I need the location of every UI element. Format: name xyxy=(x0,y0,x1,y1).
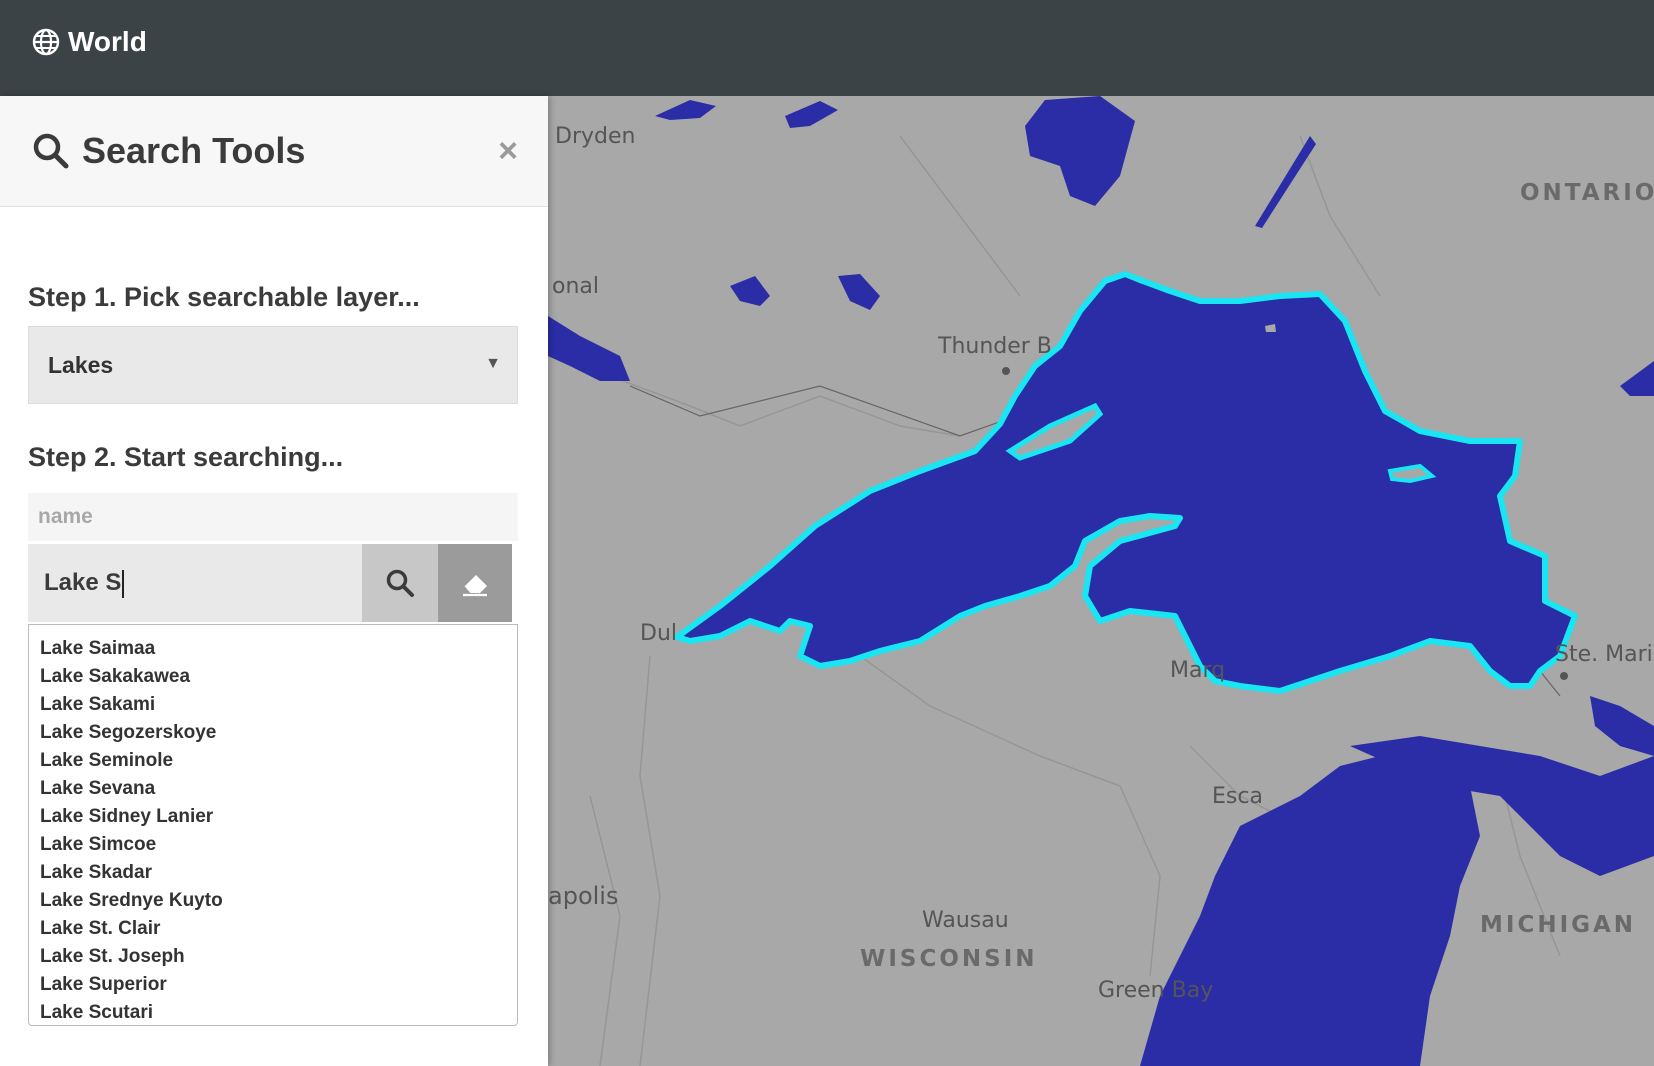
map-label-ontario: ONTARIO xyxy=(1520,180,1654,206)
result-item[interactable]: Lake Scutari xyxy=(40,999,517,1025)
globe-icon xyxy=(32,28,60,56)
panel-header: Search Tools × xyxy=(0,96,548,207)
autocomplete-results: Lake Saimaa Lake Sakakawea Lake Sakami L… xyxy=(28,624,518,1026)
map-label-escanaba: Esca xyxy=(1212,784,1263,809)
result-item[interactable]: Lake Seminole xyxy=(40,747,517,775)
panel-title: Search Tools xyxy=(32,130,305,172)
city-marker xyxy=(1002,367,1010,375)
map-label-green-bay: Green Bay xyxy=(1098,978,1214,1003)
panel-title-text: Search Tools xyxy=(82,130,306,171)
result-item[interactable]: Lake Sevana xyxy=(40,775,517,803)
map-label-duluth: Dul xyxy=(640,621,677,646)
search-icon xyxy=(33,133,69,169)
map-label-marquette: Marq xyxy=(1170,658,1226,683)
close-button[interactable]: × xyxy=(498,132,518,171)
layer-select[interactable]: Lakes ▼ xyxy=(28,326,518,404)
search-input[interactable]: Lake S xyxy=(28,544,362,622)
field-label: name xyxy=(28,493,518,541)
city-marker xyxy=(1560,672,1568,680)
map-label-ste-marie: Ste. Mari xyxy=(1555,642,1653,667)
result-item[interactable]: Lake Simcoe xyxy=(40,831,517,859)
step1-label: Step 1. Pick searchable layer... xyxy=(28,282,420,312)
island xyxy=(1387,463,1437,484)
clear-button[interactable] xyxy=(438,544,512,622)
result-item[interactable]: Lake Srednye Kuyto xyxy=(40,887,517,915)
map-label-dryden: Dryden xyxy=(555,124,636,149)
text-cursor xyxy=(122,569,125,598)
map-label-michigan: MICHIGAN xyxy=(1480,912,1637,938)
result-item[interactable]: Lake Sakakawea xyxy=(40,663,517,691)
result-item[interactable]: Lake St. Clair xyxy=(40,915,517,943)
step2-label: Step 2. Start searching... xyxy=(28,442,344,472)
lake-superior-highlight[interactable] xyxy=(674,271,1578,694)
map-label-onal: onal xyxy=(552,274,599,299)
app-brand[interactable]: World xyxy=(32,26,147,58)
result-item[interactable]: Lake Saimaa xyxy=(40,635,517,663)
result-item[interactable]: Lake Sidney Lanier xyxy=(40,803,517,831)
result-item[interactable]: Lake St. Joseph xyxy=(40,943,517,971)
layer-select-value: Lakes xyxy=(48,352,114,378)
app-title: World xyxy=(68,26,147,57)
search-row: Lake S xyxy=(28,544,512,622)
map-label-apolis: apolis xyxy=(548,882,619,910)
result-item[interactable]: Lake Skadar xyxy=(40,859,517,887)
top-bar: World xyxy=(0,0,1654,96)
search-button[interactable] xyxy=(362,544,438,622)
result-item[interactable]: Lake Segozerskoye xyxy=(40,719,517,747)
lake-michigan xyxy=(1140,696,1654,1066)
map-label-wisconsin: WISCONSIN xyxy=(860,946,1038,972)
result-item[interactable]: Lake Superior xyxy=(40,971,517,999)
search-icon xyxy=(386,569,414,597)
search-input-value: Lake S xyxy=(44,569,122,596)
eraser-icon xyxy=(463,575,487,597)
caret-down-icon: ▼ xyxy=(485,355,501,372)
map-label-thunder-bay: Thunder B xyxy=(938,334,1052,359)
map-label-wausau: Wausau xyxy=(922,908,1009,933)
search-tools-panel: Search Tools × Step 1. Pick searchable l… xyxy=(0,96,548,1066)
result-item[interactable]: Lake Sakami xyxy=(40,691,517,719)
